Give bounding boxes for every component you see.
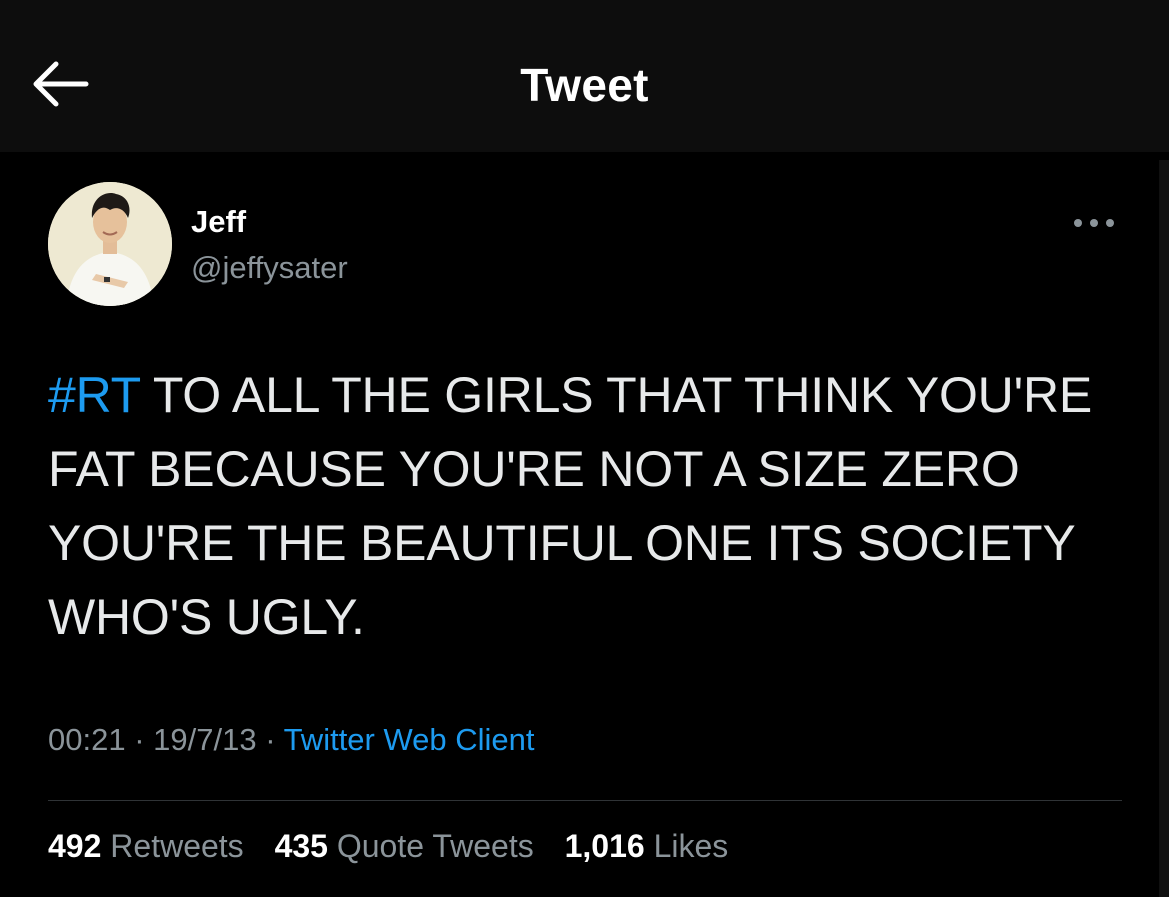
likes-label: Likes <box>653 828 729 864</box>
profile-photo <box>48 182 172 306</box>
more-options-button[interactable] <box>1068 208 1124 238</box>
page-title: Tweet <box>520 59 649 111</box>
tweet-date[interactable]: 19/7/13 <box>153 722 256 757</box>
quote-tweets-label: Quote Tweets <box>336 828 534 864</box>
likes-count: 1,016 <box>564 828 645 864</box>
author-handle[interactable]: @jeffysater <box>191 250 348 286</box>
meta-separator: · <box>125 722 154 757</box>
scrollbar[interactable] <box>1159 160 1169 897</box>
tweet-time[interactable]: 00:21 <box>48 722 126 757</box>
tweet-metadata: 00:21 · 19/7/13 · Twitter Web Client <box>48 722 535 758</box>
source-client-link[interactable]: Twitter Web Client <box>284 722 535 757</box>
tweet-stats: 492 Retweets 435 Quote Tweets 1,016 Like… <box>48 828 750 865</box>
retweets-label: Retweets <box>110 828 244 864</box>
author-name[interactable]: Jeff <box>191 204 246 240</box>
hashtag-link[interactable]: #RT <box>48 367 140 423</box>
tweet-text-body: TO ALL THE GIRLS THAT THINK YOU'RE FAT B… <box>48 367 1092 645</box>
retweets-count: 492 <box>48 828 102 864</box>
ellipsis-icon <box>1074 219 1114 227</box>
retweets-stat[interactable]: 492 Retweets <box>48 828 244 865</box>
likes-stat[interactable]: 1,016 Likes <box>565 828 729 865</box>
meta-separator: · <box>256 722 284 757</box>
avatar[interactable] <box>48 182 172 306</box>
quote-tweets-count: 435 <box>274 828 328 864</box>
tweet-text: #RT TO ALL THE GIRLS THAT THINK YOU'RE F… <box>48 358 1138 654</box>
divider <box>48 800 1122 801</box>
top-bar: Tweet <box>0 0 1169 152</box>
quote-tweets-stat[interactable]: 435 Quote Tweets <box>275 828 534 865</box>
